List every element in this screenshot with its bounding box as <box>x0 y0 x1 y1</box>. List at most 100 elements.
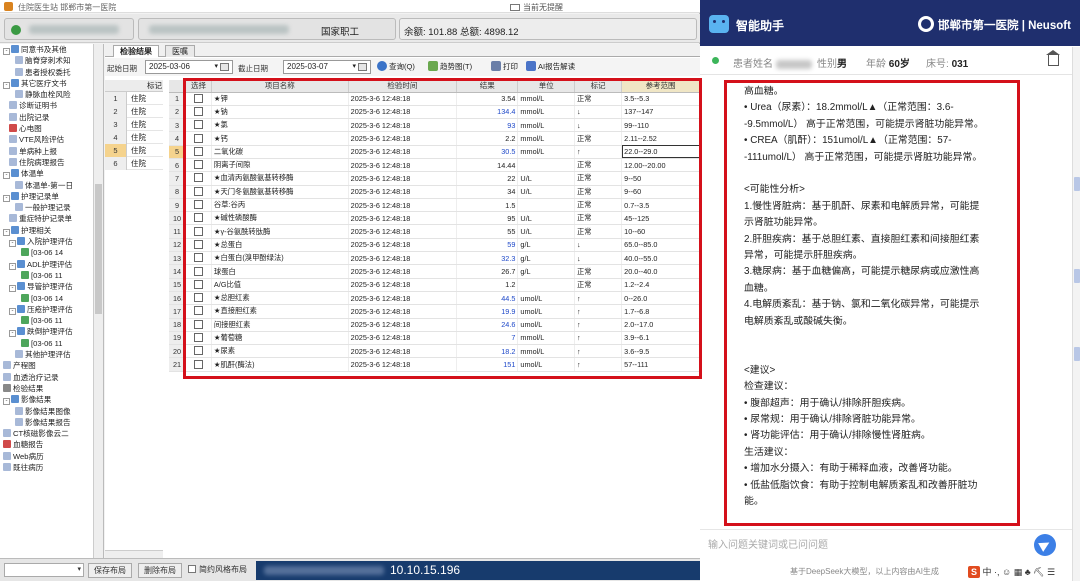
table-row[interactable]: 5 二氧化碳 2025-3-6 12:48:18 30.5 mmol/L ↑ 22.0--2… <box>169 145 700 159</box>
table-row[interactable]: 20 ★尿素 2025-3-6 12:48:18 18.2 mmol/L ↑ 3.6--9.… <box>169 344 700 359</box>
layout-select[interactable]: ▾ <box>4 563 84 577</box>
checkbox[interactable] <box>193 186 203 196</box>
nav-tree-item[interactable]: - 同意书及其他 <box>0 44 103 55</box>
nav-tree-item[interactable]: 一般护理记录 <box>0 202 103 213</box>
row-select-checkbox[interactable] <box>185 304 212 319</box>
table-row[interactable]: 17 ★直接胆红素 2025-3-6 12:48:18 19.9 umol/L ↑ 1.7-… <box>169 304 700 319</box>
print-button[interactable]: 打印 <box>491 61 518 73</box>
ai-report-button[interactable]: AI报告解读 <box>526 61 575 73</box>
nav-tree-item[interactable]: - 入院护理评估 <box>0 236 103 248</box>
nav-tree-item[interactable]: 单病种上报 <box>0 146 103 157</box>
report-list-grid[interactable]: 标记 1 住院 2 住院 3 住院 4 住院 5 住院 6 住院 <box>105 80 163 550</box>
side-marker[interactable] <box>1074 269 1080 283</box>
checkbox[interactable] <box>193 279 203 289</box>
table-row[interactable]: 18 间接胆红素 2025-3-6 12:48:18 24.6 umol/L ↑ 2.0--… <box>169 318 700 332</box>
row-select-checkbox[interactable] <box>185 105 212 120</box>
nav-tree-item[interactable]: - 体温单 <box>0 168 103 180</box>
checkbox[interactable] <box>193 93 203 103</box>
tab-orders[interactable]: 医嘱 <box>165 45 195 57</box>
checkbox[interactable] <box>193 120 203 130</box>
table-row[interactable]: 3 ★氯 2025-3-6 12:48:18 93 mmol/L ↓ 99--110 <box>169 118 700 133</box>
nav-tree-item[interactable]: 患者授权委托 <box>0 67 103 78</box>
nav-tree-item[interactable]: [03-06 11 <box>0 315 103 326</box>
row-select-checkbox[interactable] <box>185 357 212 372</box>
checkbox[interactable] <box>193 200 203 210</box>
checkbox[interactable] <box>193 293 203 303</box>
tree-toggle-icon[interactable]: - <box>9 330 16 338</box>
side-marker[interactable] <box>1074 177 1080 191</box>
table-row[interactable]: 15 A/G比值 2025-3-6 12:48:18 1.2 正常 1.2--2.4 <box>169 278 700 292</box>
row-select-checkbox[interactable] <box>185 331 212 346</box>
checkbox[interactable] <box>193 306 203 316</box>
row-select-checkbox[interactable] <box>185 278 212 292</box>
col-flag[interactable]: 标记 <box>574 80 623 93</box>
ime-tray[interactable]: S 中 ·, ☺ ▦ ♣ ⛏ ☰ <box>968 565 1055 578</box>
table-row[interactable]: 10 ★碱性磷酸酶 2025-3-6 12:48:18 95 U/L 正常 45--125 <box>169 211 700 226</box>
row-select-checkbox[interactable] <box>185 291 212 306</box>
nav-tree-item[interactable]: 脑脊穿刺术知 <box>0 55 103 66</box>
patient-name-box[interactable] <box>4 18 134 40</box>
checkbox[interactable] <box>193 253 203 263</box>
table-row[interactable]: 11 ★γ-谷氨酰转肽酶 2025-3-6 12:48:18 55 U/L 正常 10--6… <box>169 224 700 239</box>
checkbox[interactable] <box>193 359 203 369</box>
row-select-checkbox[interactable] <box>185 118 212 133</box>
nav-tree-item[interactable]: 静脉血栓风险 <box>0 89 103 100</box>
calendar-icon[interactable] <box>358 63 367 71</box>
query-button[interactable]: 查询(Q) <box>377 61 415 73</box>
nav-tree-item[interactable]: 其他护理评估 <box>0 349 103 360</box>
col-unit[interactable]: 单位 <box>517 80 575 93</box>
row-select-checkbox[interactable] <box>185 211 212 226</box>
row-select-checkbox[interactable] <box>185 92 212 106</box>
tree-toggle-icon[interactable]: - <box>3 398 10 406</box>
nav-tree-item[interactable]: VTE风险评估 <box>0 134 103 145</box>
row-select-checkbox[interactable] <box>185 224 212 239</box>
lab-results-table[interactable]: 选择 项目名称 检验时间 结果 单位 标记 参考范围 1 ★钾 2025-3-6 1… <box>169 80 700 558</box>
tree-toggle-icon[interactable]: - <box>3 81 10 89</box>
home-icon[interactable] <box>1046 50 1060 66</box>
start-date-input[interactable]: 2025-03-06 ▾ <box>145 60 233 74</box>
save-layout-button[interactable]: 保存布局 <box>88 563 132 578</box>
tree-toggle-icon[interactable]: - <box>9 307 16 315</box>
row-select-checkbox[interactable] <box>185 145 212 159</box>
side-marker[interactable] <box>1074 347 1080 361</box>
chevron-down-icon[interactable]: ▾ <box>352 61 356 73</box>
checkbox[interactable] <box>193 346 203 356</box>
nav-tree-item[interactable]: 体温单-第一日 <box>0 180 103 191</box>
report-list-row[interactable]: 1 住院 <box>105 92 163 105</box>
tree-toggle-icon[interactable]: - <box>9 285 16 293</box>
send-button[interactable] <box>1034 534 1056 556</box>
checkbox[interactable] <box>193 226 203 236</box>
nav-tree-item[interactable]: - 导管护理评估 <box>0 281 103 293</box>
delete-layout-button[interactable]: 删除布局 <box>138 563 182 578</box>
table-row[interactable]: 1 ★钾 2025-3-6 12:48:18 3.54 mmol/L 正常 3.5--5.3 <box>169 92 700 106</box>
simple-style-checkbox[interactable] <box>188 565 196 573</box>
end-date-input[interactable]: 2025-03-07 ▾ <box>283 60 371 74</box>
report-list-hscrollbar[interactable] <box>105 550 163 558</box>
nav-tree-item[interactable]: - 影像结果 <box>0 394 103 406</box>
nav-tree-item[interactable]: [03-06 14 <box>0 293 103 304</box>
nav-tree-item[interactable]: - 跌倒护理评估 <box>0 326 103 338</box>
row-select-checkbox[interactable] <box>185 158 212 173</box>
row-select-checkbox[interactable] <box>185 185 212 199</box>
table-row[interactable]: 6 阴离子间隙 2025-3-6 12:48:18 14.44 正常 12.00--20.… <box>169 158 700 173</box>
tree-toggle-icon[interactable]: - <box>3 172 10 180</box>
table-row[interactable]: 12 ★总蛋白 2025-3-6 12:48:18 59 g/L ↓ 65.0--85.0 <box>169 238 700 253</box>
tree-toggle-icon[interactable]: - <box>3 194 10 202</box>
table-row[interactable]: 14 球蛋白 2025-3-6 12:48:18 26.7 g/L 正常 20.0--40.… <box>169 264 700 279</box>
table-row[interactable]: 16 ★总胆红素 2025-3-6 12:48:18 44.5 umol/L ↑ 0--26… <box>169 291 700 306</box>
nav-tree-item[interactable]: - 压疮护理评估 <box>0 304 103 315</box>
nav-tree-item[interactable]: 影像结果报告 <box>0 417 103 428</box>
report-list-row[interactable]: 4 住院 <box>105 131 163 144</box>
patient-id-box[interactable]: 国家职工 <box>138 18 396 40</box>
checkbox[interactable] <box>193 106 203 116</box>
nav-tree-item[interactable]: 产程图 <box>0 360 103 371</box>
row-select-checkbox[interactable] <box>185 251 212 266</box>
row-select-checkbox[interactable] <box>185 344 212 359</box>
nav-tree-item[interactable]: - 其它医疗文书 <box>0 78 103 89</box>
table-row[interactable]: 8 ★天门冬氨酸氨基转移酶 2025-3-6 12:48:18 34 U/L 正常 9--6… <box>169 185 700 199</box>
checkbox[interactable] <box>193 133 203 143</box>
report-list-row[interactable]: 5 住院 <box>105 144 163 157</box>
chevron-down-icon[interactable]: ▾ <box>214 61 218 73</box>
table-row[interactable]: 13 ★白蛋白(溴甲酚绿法) 2025-3-6 12:48:18 32.3 g/L ↓ 40… <box>169 251 700 266</box>
nav-tree-item[interactable]: 出院记录 <box>0 112 103 123</box>
